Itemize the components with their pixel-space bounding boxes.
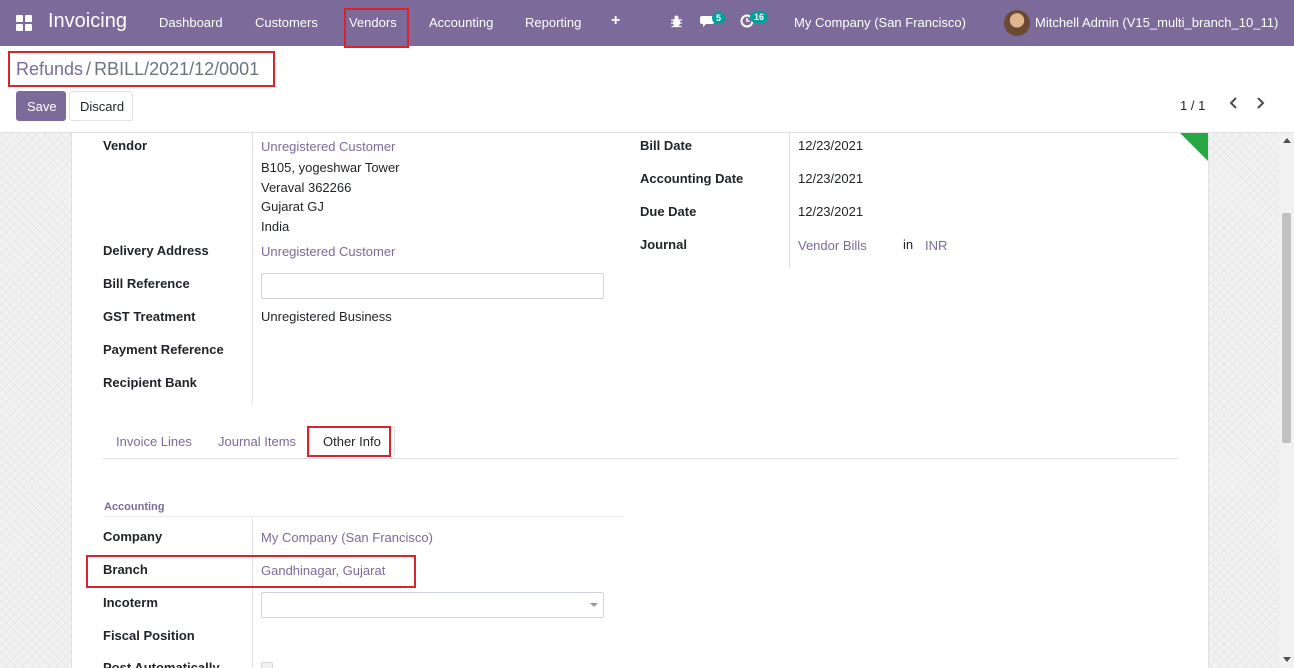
- left-group-divider: [252, 133, 253, 403]
- vendor-address-line: B105, yogeshwar Tower: [261, 160, 400, 175]
- bill-date-label: Bill Date: [640, 138, 693, 153]
- due-date-label: Due Date: [640, 204, 697, 219]
- vendor-label: Vendor: [103, 138, 148, 153]
- fiscal-position-label: Fiscal Position: [103, 628, 195, 643]
- company-label: Company: [103, 529, 163, 544]
- scroll-up-arrow-icon[interactable]: [1283, 138, 1291, 143]
- form-content-area: Vendor Unregistered Customer B105, yoges…: [0, 133, 1294, 668]
- incoterm-label: Incoterm: [103, 595, 158, 610]
- tab-other-info[interactable]: Other Info: [309, 427, 395, 456]
- menu-reporting[interactable]: Reporting: [525, 15, 581, 30]
- discard-button[interactable]: Discard: [69, 91, 133, 121]
- journal-field[interactable]: Vendor Bills: [798, 238, 867, 253]
- other-info-divider: [252, 518, 253, 668]
- vendor-address-line: India: [261, 219, 290, 234]
- breadcrumb: Refunds / RBILL/2021/12/0001: [16, 59, 259, 80]
- vendor-field[interactable]: Unregistered Customer: [261, 139, 395, 154]
- bill-date-field[interactable]: 12/23/2021: [798, 138, 863, 153]
- journal-currency-field[interactable]: INR: [925, 238, 947, 253]
- vendor-address-line: Gujarat GJ: [261, 199, 324, 214]
- breadcrumb-separator: /: [86, 59, 92, 79]
- menu-customers[interactable]: Customers: [255, 15, 318, 30]
- activity-badge: 16: [750, 11, 769, 23]
- due-date-field[interactable]: 12/23/2021: [798, 204, 863, 219]
- menu-dashboard[interactable]: Dashboard: [159, 15, 223, 30]
- incoterm-select[interactable]: [261, 592, 604, 618]
- debug-bug-icon[interactable]: [670, 14, 683, 28]
- save-button[interactable]: Save: [16, 91, 66, 121]
- company-switcher[interactable]: My Company (San Francisco): [794, 15, 966, 30]
- form-sheet: Vendor Unregistered Customer B105, yoges…: [71, 133, 1209, 668]
- tab-journal-items[interactable]: Journal Items: [218, 434, 296, 449]
- control-panel: Refunds / RBILL/2021/12/0001 Save Discard …: [0, 46, 1294, 133]
- app-name[interactable]: Invoicing: [48, 10, 127, 33]
- section-divider: [103, 516, 624, 517]
- tab-invoice-lines[interactable]: Invoice Lines: [116, 434, 192, 449]
- plus-icon[interactable]: +: [611, 12, 620, 30]
- chevron-down-icon: [590, 603, 598, 607]
- chevron-right-icon[interactable]: [1256, 96, 1266, 110]
- breadcrumb-refunds-link[interactable]: Refunds: [16, 59, 83, 79]
- chevron-left-icon[interactable]: [1228, 96, 1238, 110]
- page-scrollbar[interactable]: [1279, 133, 1294, 668]
- status-ribbon: [1180, 133, 1208, 161]
- menu-vendors[interactable]: Vendors: [349, 15, 397, 30]
- vendor-address-line: Veraval 362266: [261, 180, 352, 195]
- scroll-down-arrow-icon[interactable]: [1283, 657, 1291, 662]
- company-field[interactable]: My Company (San Francisco): [261, 530, 433, 545]
- journal-in-text: in: [903, 237, 914, 252]
- apps-menu-icon[interactable]: [16, 15, 32, 31]
- accounting-date-field[interactable]: 12/23/2021: [798, 171, 863, 186]
- post-automatically-label: Post Automatically: [103, 660, 220, 668]
- post-automatically-checkbox[interactable]: [261, 662, 273, 668]
- pager-value[interactable]: 1 / 1: [1180, 98, 1205, 113]
- user-menu[interactable]: Mitchell Admin (V15_multi_branch_10_11): [1035, 15, 1278, 30]
- right-group-divider: [789, 133, 790, 268]
- gst-treatment-label: GST Treatment: [103, 309, 196, 324]
- section-title-accounting: Accounting: [104, 501, 165, 513]
- branch-field[interactable]: Gandhinagar, Gujarat: [261, 563, 385, 578]
- menu-accounting[interactable]: Accounting: [429, 15, 493, 30]
- gst-treatment-field[interactable]: Unregistered Business: [261, 309, 392, 324]
- journal-label: Journal: [640, 237, 687, 252]
- branch-label: Branch: [103, 562, 148, 577]
- user-avatar[interactable]: [1004, 10, 1030, 36]
- recipient-bank-label: Recipient Bank: [103, 375, 197, 390]
- top-navbar: Invoicing Dashboard Customers Vendors Ac…: [0, 0, 1294, 46]
- tabs-divider: [103, 458, 1178, 459]
- accounting-date-label: Accounting Date: [640, 171, 744, 186]
- payment-reference-label: Payment Reference: [103, 342, 224, 357]
- chat-badge: 5: [712, 12, 726, 24]
- breadcrumb-current-record: RBILL/2021/12/0001: [94, 59, 260, 79]
- scrollbar-thumb[interactable]: [1282, 213, 1291, 443]
- delivery-address-label: Delivery Address: [103, 243, 209, 258]
- delivery-address-field[interactable]: Unregistered Customer: [261, 244, 395, 259]
- bill-reference-input[interactable]: [261, 273, 604, 299]
- bill-reference-label: Bill Reference: [103, 276, 190, 291]
